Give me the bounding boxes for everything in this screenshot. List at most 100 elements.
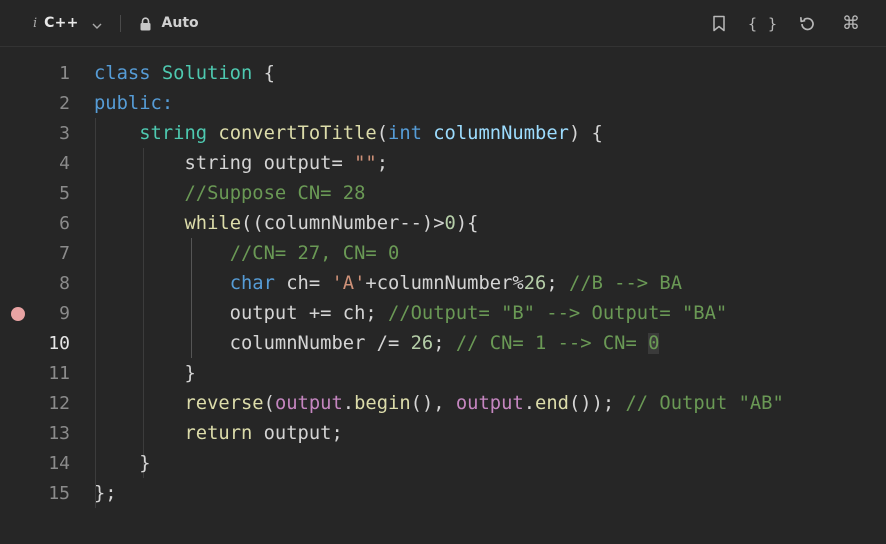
code-token: // CN= 1 --> CN= (455, 333, 649, 354)
reset-icon (799, 16, 814, 30)
chevron-down-icon[interactable] (91, 17, 103, 29)
code-line[interactable]: 7 //CN= 27, CN= 0 (0, 239, 886, 269)
code-token: output += ch; (94, 303, 388, 324)
mode-label[interactable]: Auto (162, 15, 199, 31)
code-line[interactable]: 10 columnNumber /= 26; // CN= 1 --> CN= … (0, 329, 886, 359)
line-number[interactable]: 8 (30, 269, 70, 299)
code-token: while (184, 213, 242, 234)
line-number[interactable]: 14 (30, 449, 70, 479)
line-number[interactable]: 3 (30, 119, 70, 149)
code-line[interactable]: 11 } (0, 359, 886, 389)
line-number[interactable]: 13 (30, 419, 70, 449)
line-number[interactable]: 4 (30, 149, 70, 179)
line-number[interactable]: 12 (30, 389, 70, 419)
code-token: ; (546, 273, 569, 294)
code-token: string output= (94, 153, 355, 174)
code-token: end (535, 393, 569, 414)
code-text[interactable]: public: (94, 89, 173, 119)
code-token: output (455, 393, 524, 414)
code-token: (), (410, 393, 456, 414)
code-line[interactable]: 3 string convertToTitle(int columnNumber… (0, 119, 886, 149)
code-token: . (523, 393, 536, 414)
toolbar-divider (119, 14, 121, 32)
code-line[interactable]: 14 } (0, 449, 886, 479)
code-text[interactable]: class Solution { (94, 59, 275, 89)
reset-button[interactable] (785, 0, 829, 47)
code-token: "" (354, 153, 377, 174)
line-number[interactable]: 5 (30, 179, 70, 209)
code-text[interactable]: //Suppose CN= 28 (94, 179, 365, 209)
line-number[interactable]: 7 (30, 239, 70, 269)
code-token: begin (354, 393, 411, 414)
code-text[interactable]: columnNumber /= 26; // CN= 1 --> CN= 0 (94, 329, 660, 359)
code-token: 0 (444, 213, 456, 234)
code-token: // Output "AB" (625, 393, 784, 414)
code-token: //Suppose CN= 28 (184, 183, 366, 204)
code-token: char (229, 273, 275, 294)
code-text[interactable]: string convertToTitle(int columnNumber) … (94, 119, 603, 149)
code-line[interactable]: 9 output += ch; //Output= "B" --> Output… (0, 299, 886, 329)
code-line[interactable]: 4 string output= ""; (0, 149, 886, 179)
code-token: 26 (523, 273, 547, 294)
code-token: output; (252, 423, 343, 444)
code-text[interactable]: while((columnNumber--)>0){ (94, 209, 478, 239)
code-token: string (139, 123, 208, 144)
code-token: //CN= 27, CN= 0 (229, 243, 400, 264)
code-text[interactable]: //CN= 27, CN= 0 (94, 239, 400, 269)
code-line[interactable]: 5 //Suppose CN= 28 (0, 179, 886, 209)
line-number[interactable]: 11 (30, 359, 70, 389)
format-button[interactable]: { } (741, 0, 785, 47)
code-token: ch= (274, 273, 332, 294)
code-token: } (94, 453, 151, 474)
code-text[interactable]: } (94, 449, 151, 479)
code-token: int (388, 123, 422, 144)
code-line[interactable]: 12 reverse(output.begin(), output.end())… (0, 389, 886, 419)
code-text[interactable]: char ch= 'A'+columnNumber%26; //B --> BA (94, 269, 682, 299)
line-number[interactable]: 1 (30, 59, 70, 89)
code-token: class (94, 63, 162, 84)
line-number[interactable]: 10 (30, 329, 70, 359)
lock-icon (139, 16, 152, 31)
code-text[interactable]: }; (94, 479, 117, 509)
language-selector[interactable]: i C++ Auto (0, 0, 199, 46)
code-line[interactable]: 2 public: (0, 89, 886, 119)
code-token: ; (433, 333, 456, 354)
code-token: { (252, 63, 275, 84)
code-editor[interactable]: 1 class Solution {2 public: 3 string conver… (0, 48, 886, 544)
shortcuts-button[interactable]: ⌘ (829, 0, 873, 47)
code-text[interactable]: string output= ""; (94, 149, 388, 179)
code-text[interactable]: return output; (94, 419, 343, 449)
code-text[interactable]: } (94, 359, 195, 389)
code-line[interactable]: 6 while((columnNumber--)>0){ (0, 209, 886, 239)
line-number[interactable]: 9 (30, 299, 70, 329)
code-token: reverse (184, 393, 264, 414)
code-token: return (184, 423, 253, 444)
code-text[interactable]: reverse(output.begin(), output.end()); /… (94, 389, 784, 419)
braces-icon: { } (747, 14, 779, 33)
editor-toolbar: i C++ Auto { } ⌘ (0, 0, 886, 47)
code-text[interactable]: output += ch; //Output= "B" --> Output= … (94, 299, 728, 329)
line-number[interactable]: 15 (30, 479, 70, 509)
line-number[interactable]: 2 (30, 89, 70, 119)
breakpoint-marker[interactable] (11, 307, 25, 321)
code-line[interactable]: 8 char ch= 'A'+columnNumber%26; //B --> … (0, 269, 886, 299)
code-token: ()); (568, 393, 626, 414)
bracket-match-highlight: 0 (648, 333, 660, 354)
bookmark-button[interactable] (697, 0, 741, 47)
code-line[interactable]: 1 class Solution { (0, 59, 886, 89)
code-token: //B --> BA (568, 273, 683, 294)
code-line[interactable]: 15}; (0, 479, 886, 509)
command-icon: ⌘ (842, 13, 860, 34)
line-number[interactable]: 6 (30, 209, 70, 239)
language-label[interactable]: C++ (44, 15, 78, 31)
code-line[interactable]: 13 return output; (0, 419, 886, 449)
code-token: output (274, 393, 343, 414)
